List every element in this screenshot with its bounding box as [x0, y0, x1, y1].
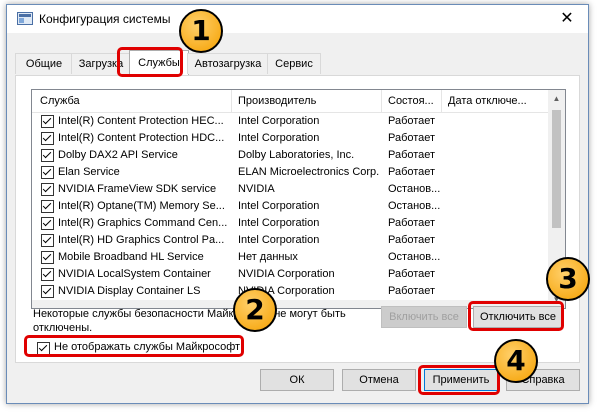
- step-badge-1: 1: [179, 9, 223, 53]
- tab-general[interactable]: Общие: [15, 53, 73, 74]
- column-status[interactable]: Состоя...: [382, 90, 442, 112]
- service-disabled-date: [442, 130, 549, 147]
- service-status: Работает: [388, 268, 436, 280]
- service-status: Работает: [388, 132, 436, 144]
- service-status: Работает: [388, 217, 436, 229]
- highlight-apply: [418, 365, 500, 395]
- service-row[interactable]: Mobile Broadband HL Service Нет данных Ост…: [32, 249, 549, 266]
- service-disabled-date: [442, 266, 549, 283]
- service-row[interactable]: NVIDIA FrameView SDK service NVIDIA Остано…: [32, 181, 549, 198]
- service-disabled-date: [442, 181, 549, 198]
- step-badge-4: 4: [494, 339, 538, 383]
- title-bar[interactable]: Конфигурация системы ✕: [7, 5, 588, 33]
- service-disabled-date: [442, 249, 549, 266]
- service-row[interactable]: NVIDIA Display Container LS NVIDIA Corpor…: [32, 283, 549, 300]
- service-vendor: Dolby Laboratories, Inc.: [238, 149, 355, 161]
- enable-all-button[interactable]: Включить все: [381, 306, 467, 328]
- ok-button[interactable]: ОК: [260, 369, 334, 391]
- service-name: NVIDIA Display Container LS: [58, 285, 201, 297]
- service-name: Elan Service: [58, 166, 120, 178]
- column-manufacturer[interactable]: Производитель: [232, 90, 382, 112]
- service-vendor: NVIDIA: [238, 183, 275, 195]
- column-service[interactable]: Служба: [32, 90, 232, 112]
- close-button[interactable]: ✕: [546, 5, 588, 33]
- service-row[interactable]: Elan Service ELAN Microelectronics Corp. Р…: [32, 164, 549, 181]
- service-status: Работает: [388, 149, 436, 161]
- service-name: Dolby DAX2 API Service: [58, 149, 178, 161]
- list-header: Служба Производитель Состоя... Дата откл…: [32, 90, 549, 113]
- service-status: Работает: [388, 166, 436, 178]
- service-vendor: ELAN Microelectronics Corp.: [238, 166, 380, 178]
- service-status: Останов...: [388, 251, 441, 263]
- tab-tools[interactable]: Сервис: [267, 53, 321, 74]
- service-disabled-date: [442, 113, 549, 130]
- service-name: NVIDIA LocalSystem Container: [58, 268, 211, 280]
- step-badge-3: 3: [546, 257, 590, 301]
- service-row[interactable]: Intel(R) Optane(TM) Memory Se... Intel Co…: [32, 198, 549, 215]
- scroll-up-icon[interactable]: ▲: [548, 90, 565, 107]
- services-list[interactable]: Служба Производитель Состоя... Дата откл…: [31, 89, 566, 309]
- service-row[interactable]: Intel(R) Content Protection HDC... Intel …: [32, 130, 549, 147]
- service-status: Останов...: [388, 183, 441, 195]
- highlight-services-tab: [117, 47, 183, 77]
- service-row[interactable]: NVIDIA LocalSystem Container NVIDIA Corpo…: [32, 266, 549, 283]
- window-title: Конфигурация системы: [39, 12, 171, 26]
- service-disabled-date: [442, 147, 549, 164]
- service-vendor: Intel Corporation: [238, 132, 320, 144]
- service-row[interactable]: Dolby DAX2 API Service Dolby Laboratories…: [32, 147, 549, 164]
- service-vendor: Intel Corporation: [238, 200, 320, 212]
- service-vendor: Нет данных: [238, 251, 298, 263]
- service-name: NVIDIA FrameView SDK service: [58, 183, 217, 195]
- step-badge-2: 2: [233, 288, 277, 332]
- service-status: Работает: [388, 234, 436, 246]
- service-vendor: Intel Corporation: [238, 234, 320, 246]
- highlight-hide-checkbox: [24, 335, 244, 357]
- service-name: Intel(R) Content Protection HEC...: [58, 115, 224, 127]
- service-vendor: Intel Corporation: [238, 115, 320, 127]
- service-status: Работает: [388, 115, 436, 127]
- service-name: Intel(R) Graphics Command Cen...: [58, 217, 228, 229]
- service-row[interactable]: Intel(R) HD Graphics Control Pa... Intel …: [32, 232, 549, 249]
- service-disabled-date: [442, 232, 549, 249]
- service-disabled-date: [442, 164, 549, 181]
- security-services-note: Некоторые службы безопасности Майкрософт…: [33, 308, 346, 334]
- service-vendor: Intel Corporation: [238, 217, 320, 229]
- service-status: Останов...: [388, 200, 441, 212]
- cancel-button[interactable]: Отмена: [342, 369, 416, 391]
- column-date-disabled[interactable]: Дата отключе...: [442, 90, 549, 112]
- service-status: Работает: [388, 285, 436, 297]
- service-row[interactable]: Intel(R) Content Protection HEC... Intel …: [32, 113, 549, 130]
- scroll-thumb[interactable]: [552, 110, 561, 228]
- service-name: Mobile Broadband HL Service: [58, 251, 204, 263]
- service-name: Intel(R) HD Graphics Control Pa...: [58, 234, 225, 246]
- service-disabled-date: [442, 283, 549, 300]
- service-disabled-date: [442, 215, 549, 232]
- service-row[interactable]: Intel(R) Graphics Command Cen... Intel Co…: [32, 215, 549, 232]
- highlight-disable-all: [468, 301, 564, 331]
- service-name: Intel(R) Content Protection HDC...: [58, 132, 225, 144]
- msconfig-app-icon: [17, 12, 33, 25]
- tab-startup[interactable]: Автозагрузка: [187, 53, 269, 74]
- service-name: Intel(R) Optane(TM) Memory Se...: [58, 200, 225, 212]
- service-vendor: NVIDIA Corporation: [238, 268, 335, 280]
- service-disabled-date: [442, 198, 549, 215]
